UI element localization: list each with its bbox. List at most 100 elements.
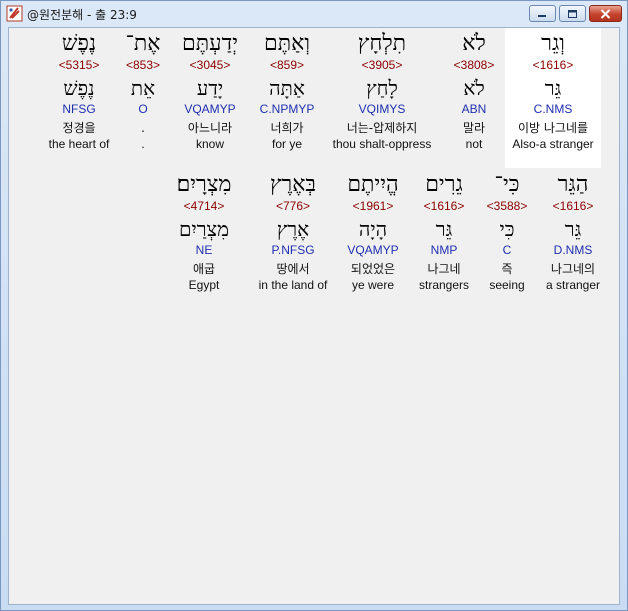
korean-gloss: 이방 나그네를 <box>517 121 589 135</box>
morphology: VQIMYS <box>358 102 406 116</box>
lemma: לֹא <box>463 76 485 100</box>
hebrew-word: מִצְרָיִם׃ <box>176 172 232 197</box>
hebrew-word: כִּי־ <box>494 172 520 197</box>
morphology: C.NMS <box>533 102 573 116</box>
english-gloss: ye were <box>351 278 395 292</box>
korean-gloss: 정경을 <box>62 121 96 135</box>
word-cell[interactable]: אֶת־ <853> אֵת O . . <box>115 28 171 152</box>
strong-number[interactable]: <3045> <box>190 58 231 73</box>
korean-gloss: 아느니라 <box>187 121 233 135</box>
strong-number[interactable]: <3905> <box>362 58 403 73</box>
strong-number[interactable]: <5315> <box>59 58 100 73</box>
word-cell[interactable]: יְדַעְתֶּם <3045> יָדַע VQAMYP 아느니라 know <box>170 28 250 152</box>
strong-number[interactable]: <4714> <box>184 199 225 214</box>
korean-gloss: 너희가 <box>270 121 304 135</box>
english-gloss: not <box>465 137 483 151</box>
english-gloss: know <box>195 137 224 151</box>
english-gloss: seeing <box>489 278 525 292</box>
lemma: גֵּר <box>564 217 582 241</box>
word-cell[interactable]: תִלְחָץ <3905> לָחַץ VQIMYS 너는-압제하지 thou… <box>320 28 444 152</box>
english-gloss: for ye <box>271 137 302 151</box>
word-cell[interactable]: נֶפֶשׁ <5315> נֶפֶשׁ NFSG 정경을 the heart … <box>39 28 119 152</box>
morphology: NE <box>195 243 213 257</box>
morphology: VQAMYP <box>347 243 399 257</box>
morphology: VQAMYP <box>184 102 236 116</box>
app-icon <box>6 5 23 22</box>
lemma: אֶרֶץ <box>276 217 310 241</box>
title-bar[interactable]: @원전분해 - 출 23:9 <box>1 1 627 27</box>
morphology: ABN <box>461 102 487 116</box>
english-gloss: Egypt <box>188 278 220 292</box>
morphology: P.NFSG <box>271 243 315 257</box>
lemma: אֵת <box>130 76 156 100</box>
english-gloss: thou shalt-oppress <box>332 137 432 151</box>
morphology: C.NPMYP <box>259 102 315 116</box>
lemma: גֵּר <box>544 76 562 100</box>
morphology: NFSG <box>62 102 96 116</box>
word-cell[interactable]: הַגֵּר <1616> גֵּר D.NMS 나그네의 a stranger <box>531 169 615 293</box>
window-title: @원전분해 - 출 23:9 <box>27 8 137 22</box>
korean-gloss: 말라 <box>462 121 486 135</box>
close-button[interactable] <box>589 5 622 22</box>
hebrew-word: נֶפֶשׁ <box>61 31 97 56</box>
lemma: אַתָּה <box>269 76 305 100</box>
korean-gloss: 나그네의 <box>550 262 596 276</box>
word-cell[interactable]: כִּי־ <3588> כִּי C 즉 seeing <box>479 169 535 293</box>
lemma: כִּי <box>499 217 515 241</box>
korean-gloss: 즉 <box>501 262 513 276</box>
korean-gloss: . <box>141 121 145 135</box>
english-gloss: strangers <box>418 278 470 292</box>
korean-gloss: 애굽 <box>192 262 216 276</box>
word-cell[interactable]: מִצְרָיִם׃ <4714> מִצְרַיִם NE 애굽 Egypt <box>166 169 242 293</box>
korean-gloss: 땅에서 <box>276 262 310 276</box>
hebrew-word: יְדַעְתֶּם <box>182 31 238 56</box>
lemma: לָחַץ <box>366 76 398 100</box>
word-cell[interactable]: גֵרִים <1616> גֵּר NMP 나그네 strangers <box>411 169 477 293</box>
word-cell[interactable]: בְּאֶרֶץ <776> אֶרֶץ P.NFSG 땅에서 in the l… <box>251 169 335 293</box>
morphology: NMP <box>430 243 458 257</box>
morphology: O <box>138 102 148 116</box>
lemma: יָדַע <box>196 76 224 100</box>
strong-number[interactable]: <1616> <box>424 199 465 214</box>
hebrew-word: הֱיִיתֶם <box>347 172 399 197</box>
morphology: D.NMS <box>553 243 593 257</box>
hebrew-word: וְאַתֶּם <box>264 31 310 56</box>
close-icon <box>600 4 611 23</box>
maximize-icon <box>567 4 578 23</box>
korean-gloss: 되었었은 <box>350 262 396 276</box>
hebrew-word: תִלְחָץ <box>357 31 407 56</box>
minimize-button[interactable] <box>529 5 556 22</box>
hebrew-word: הַגֵּר <box>557 172 589 197</box>
morphology: C <box>502 243 512 257</box>
hebrew-word: לֹא <box>462 31 486 56</box>
strong-number[interactable]: <3588> <box>487 199 528 214</box>
strong-number[interactable]: <1616> <box>553 199 594 214</box>
english-gloss: . <box>141 137 145 151</box>
lemma: מִצְרַיִם <box>179 217 229 241</box>
english-gloss: in the land of <box>258 278 328 292</box>
lemma: הָיָה <box>358 217 388 241</box>
lemma: נֶפֶשׁ <box>63 76 95 100</box>
english-gloss: Also-a stranger <box>512 137 594 151</box>
strong-number[interactable]: <1616> <box>533 58 574 73</box>
strong-number[interactable]: <859> <box>270 58 304 73</box>
hebrew-word: אֶת־ <box>125 31 161 56</box>
hebrew-word: וְגֵר <box>541 31 565 56</box>
strong-number[interactable]: <3808> <box>454 58 495 73</box>
english-gloss: the heart of <box>48 137 110 151</box>
word-cell[interactable]: הֱיִיתֶם <1961> הָיָה VQAMYP 되었었은 ye wer… <box>335 169 411 293</box>
minimize-icon <box>537 4 548 23</box>
lemma: גֵּר <box>435 217 453 241</box>
app-window: @원전분해 - 출 23:9 וְגֵר <1616> גֵּר C.NMS 이… <box>0 0 628 611</box>
english-gloss: a stranger <box>545 278 601 292</box>
korean-gloss: 너는-압제하지 <box>346 121 418 135</box>
strong-number[interactable]: <853> <box>126 58 160 73</box>
interlinear-view[interactable]: וְגֵר <1616> גֵּר C.NMS 이방 나그네를 Also-a s… <box>8 27 620 605</box>
hebrew-word: גֵרִים <box>425 172 463 197</box>
word-cell[interactable]: וְאַתֶּם <859> אַתָּה C.NPMYP 너희가 for ye <box>247 28 327 152</box>
strong-number[interactable]: <1961> <box>353 199 394 214</box>
hebrew-word: בְּאֶרֶץ <box>269 172 317 197</box>
korean-gloss: 나그네 <box>427 262 461 276</box>
maximize-button[interactable] <box>559 5 586 22</box>
strong-number[interactable]: <776> <box>276 199 310 214</box>
